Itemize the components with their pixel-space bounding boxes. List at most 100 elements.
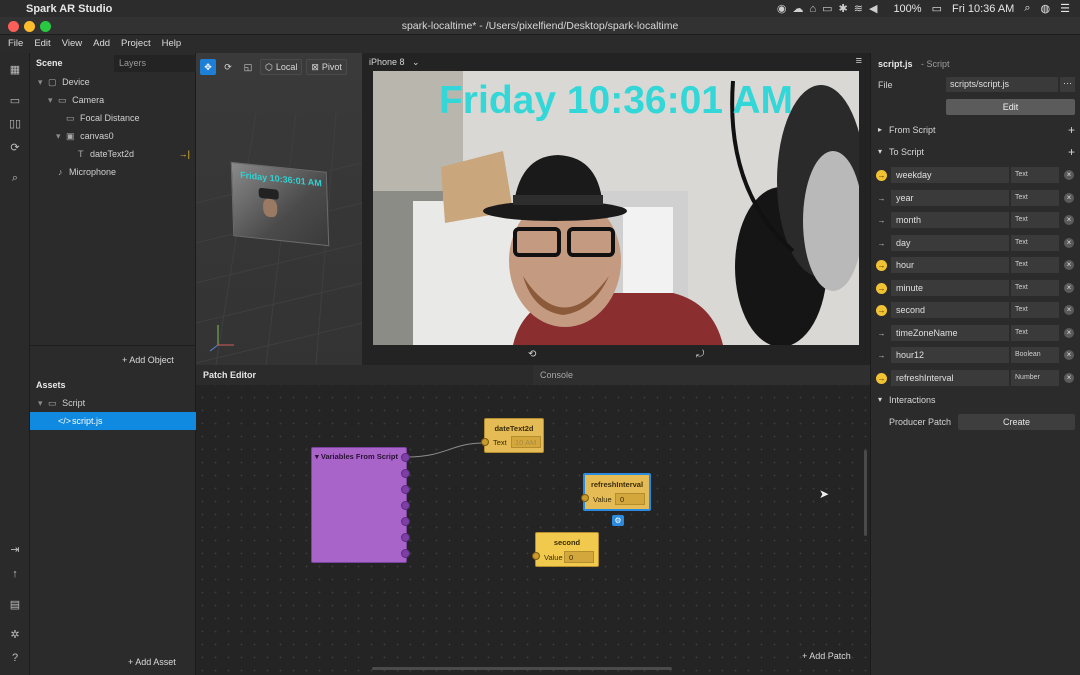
input-port[interactable] bbox=[532, 552, 540, 560]
output-port[interactable] bbox=[401, 549, 410, 558]
variable-row[interactable]: → timeZoneName Text × bbox=[871, 322, 1080, 344]
variable-name-field[interactable]: year bbox=[891, 189, 1009, 206]
variable-type-select[interactable]: Text bbox=[1011, 324, 1059, 341]
variable-name-field[interactable]: hour12 bbox=[891, 347, 1009, 363]
remove-variable-icon[interactable]: × bbox=[1064, 305, 1074, 315]
variable-row[interactable]: → hour12 Boolean × bbox=[871, 344, 1080, 366]
remove-variable-icon[interactable]: × bbox=[1064, 237, 1074, 248]
sync-icon[interactable]: ⟳ bbox=[7, 141, 23, 155]
tree-item-camera[interactable]: ▾ ▭ Camera bbox=[48, 95, 104, 106]
variable-row[interactable]: → day Text × bbox=[871, 232, 1080, 254]
file-path-field[interactable]: scripts/script.js bbox=[946, 77, 1058, 92]
remove-variable-icon[interactable]: × bbox=[1064, 372, 1074, 383]
folder-icon[interactable]: ▤ bbox=[7, 598, 23, 612]
tree-item-focal-distance[interactable]: ▭ Focal Distance bbox=[66, 113, 140, 124]
menu-help[interactable]: Help bbox=[162, 35, 182, 53]
variable-row[interactable]: → minute Text × bbox=[871, 277, 1080, 299]
connected-arrow-icon[interactable]: → bbox=[876, 260, 887, 271]
value-field[interactable]: 0 bbox=[615, 493, 645, 505]
clock[interactable]: Fri 10:36 AM bbox=[952, 3, 1014, 15]
variable-type-select[interactable]: Text bbox=[1011, 257, 1059, 273]
create-button[interactable]: Create bbox=[958, 414, 1075, 430]
more-options-icon[interactable]: ⋯ bbox=[1060, 77, 1075, 92]
connected-arrow-icon[interactable]: → bbox=[876, 170, 887, 181]
list-icon[interactable]: ☰ bbox=[1060, 2, 1070, 15]
variable-type-select[interactable]: Text bbox=[1011, 234, 1059, 251]
connected-arrow-icon[interactable]: → bbox=[876, 282, 887, 294]
variable-row[interactable]: → refreshInterval Number × bbox=[871, 367, 1080, 389]
variable-row[interactable]: → year Text × bbox=[871, 187, 1080, 209]
flip-camera-icon[interactable]: ⟲ bbox=[528, 349, 536, 360]
variable-type-select[interactable]: Text bbox=[1011, 279, 1059, 296]
pivot-toggle[interactable]: ⊠ Pivot bbox=[306, 59, 347, 75]
variables-from-script-node[interactable]: ▾ Variables From Script bbox=[311, 447, 410, 563]
connected-arrow-icon[interactable]: → bbox=[876, 305, 887, 316]
variable-type-select[interactable]: Text bbox=[1011, 302, 1059, 318]
tree-item-datetext2d[interactable]: T dateText2d →| bbox=[78, 149, 190, 159]
layers-tab[interactable]: Layers bbox=[114, 55, 196, 72]
arrow-icon[interactable]: → bbox=[876, 238, 887, 249]
minimize-window-button[interactable] bbox=[24, 21, 35, 32]
arrow-icon[interactable]: → bbox=[876, 350, 887, 361]
variable-row[interactable]: → second Text × bbox=[871, 299, 1080, 321]
horizontal-scrollbar[interactable] bbox=[372, 667, 672, 670]
device-selector[interactable]: iPhone 8 ⌄ bbox=[369, 57, 420, 68]
menu-edit[interactable]: Edit bbox=[34, 35, 50, 53]
output-port[interactable] bbox=[401, 453, 410, 462]
move-tool-icon[interactable]: ✥ bbox=[200, 59, 216, 75]
add-object-button[interactable]: + Add Object bbox=[122, 355, 174, 365]
camera-feed[interactable]: Friday 10:36:01 AM bbox=[373, 71, 859, 345]
rotate-device-icon[interactable]: ⤾ bbox=[696, 349, 704, 360]
variable-name-field[interactable]: timeZoneName bbox=[891, 324, 1009, 341]
edit-button[interactable]: Edit bbox=[946, 99, 1075, 115]
search-icon[interactable]: ⌕ bbox=[7, 171, 23, 185]
datetext2d-node[interactable]: dateText2d Text 10 AM bbox=[481, 418, 544, 453]
zoom-window-button[interactable] bbox=[40, 21, 51, 32]
output-port[interactable] bbox=[401, 533, 410, 542]
remove-variable-icon[interactable]: × bbox=[1064, 215, 1074, 225]
search-icon[interactable]: ⌕ bbox=[1024, 2, 1030, 15]
value-field[interactable]: 0 bbox=[564, 551, 594, 563]
output-port[interactable] bbox=[401, 485, 410, 494]
refresh-interval-node[interactable]: refreshInterval Value 0 bbox=[581, 473, 651, 511]
battery-level[interactable]: 100% bbox=[893, 3, 921, 15]
link-arrow-icon[interactable]: →| bbox=[179, 149, 190, 159]
close-window-button[interactable] bbox=[8, 21, 19, 32]
device-icon[interactable]: ⇥ bbox=[7, 543, 23, 557]
user-icon[interactable]: ◍ bbox=[1041, 2, 1051, 15]
variable-type-select[interactable]: Boolean bbox=[1011, 347, 1059, 363]
connected-arrow-icon[interactable]: → bbox=[876, 372, 887, 384]
remove-variable-icon[interactable]: × bbox=[1064, 327, 1074, 338]
input-port[interactable] bbox=[581, 494, 589, 502]
video-icon[interactable]: ▭ bbox=[7, 94, 23, 108]
settings-gear-icon[interactable]: ⚙ bbox=[612, 515, 624, 526]
add-to-script-icon[interactable]: + bbox=[1068, 142, 1075, 162]
variable-row[interactable]: → month Text × bbox=[871, 209, 1080, 231]
add-from-script-icon[interactable]: + bbox=[1068, 120, 1075, 140]
add-asset-button[interactable]: + Add Asset bbox=[128, 657, 176, 667]
variable-row[interactable]: → hour Text × bbox=[871, 254, 1080, 276]
menu-file[interactable]: File bbox=[8, 35, 23, 53]
variable-type-select[interactable]: Text bbox=[1011, 167, 1059, 183]
layout-icon[interactable]: ▦ bbox=[7, 63, 23, 77]
local-toggle[interactable]: ⬡ Local bbox=[260, 59, 303, 75]
variable-name-field[interactable]: hour bbox=[891, 257, 1009, 273]
output-port[interactable] bbox=[401, 501, 410, 510]
variable-type-select[interactable]: Text bbox=[1011, 189, 1059, 206]
scale-tool-icon[interactable]: ◱ bbox=[240, 59, 256, 75]
menu-add[interactable]: Add bbox=[93, 35, 110, 53]
help-icon[interactable]: ? bbox=[7, 651, 23, 665]
tree-item-device[interactable]: ▾ ▢ Device bbox=[38, 77, 90, 88]
from-script-section[interactable]: ▸ From Script + bbox=[871, 120, 1080, 140]
variable-name-field[interactable]: second bbox=[891, 302, 1009, 318]
canvas-preview-object[interactable]: Friday 10:36:01 AM bbox=[230, 161, 330, 247]
patch-editor[interactable]: Patch Editor Console ▾ Variables From Sc… bbox=[196, 365, 870, 675]
interactions-section[interactable]: ▾ Interactions bbox=[871, 390, 1080, 410]
status-icons[interactable]: ◉☁⌂▭✱≋◀ bbox=[777, 2, 884, 15]
second-node[interactable]: second Value 0 bbox=[532, 532, 599, 567]
scene-viewport[interactable]: Friday 10:36:01 AM bbox=[196, 53, 362, 365]
columns-icon[interactable]: ▯▯ bbox=[7, 117, 23, 131]
menu-icon[interactable]: ≡ bbox=[856, 55, 862, 67]
vertical-scrollbar[interactable] bbox=[864, 450, 867, 536]
remove-variable-icon[interactable]: × bbox=[1064, 260, 1074, 270]
